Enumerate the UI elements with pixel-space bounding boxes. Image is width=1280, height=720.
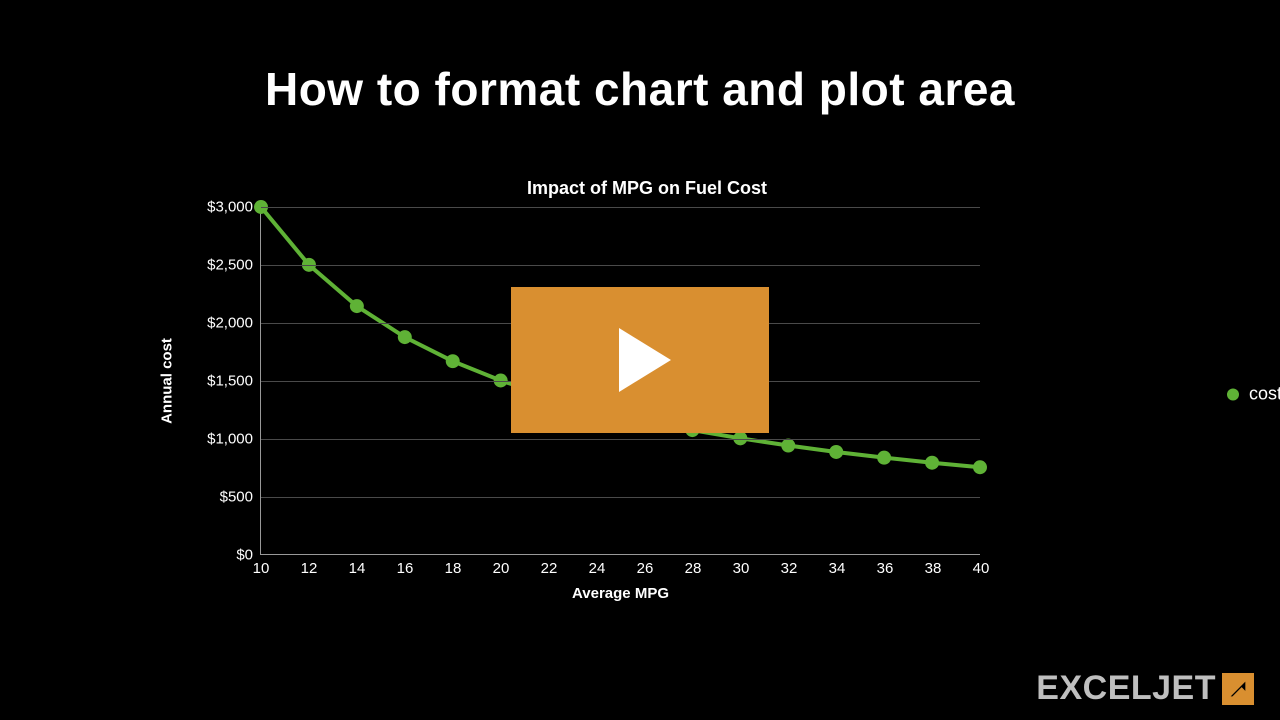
- legend: cost: [1227, 384, 1280, 405]
- brand-text: EXCELJET: [1036, 669, 1216, 708]
- x-tick-label: 30: [733, 554, 750, 577]
- x-tick-label: 16: [397, 554, 414, 577]
- legend-label: cost: [1249, 384, 1280, 405]
- gridline: [261, 439, 980, 440]
- data-point: [350, 299, 364, 313]
- x-tick-label: 20: [493, 554, 510, 577]
- y-tick-label: $2,000: [207, 315, 261, 332]
- y-axis-label: Annual cost: [159, 338, 176, 424]
- y-tick-label: $2,500: [207, 257, 261, 274]
- data-point: [398, 330, 412, 344]
- brand-logo: EXCELJET: [1036, 669, 1254, 708]
- data-point: [446, 354, 460, 368]
- x-tick-label: 14: [349, 554, 366, 577]
- data-point: [781, 439, 795, 453]
- x-tick-label: 32: [781, 554, 798, 577]
- y-tick-label: $3,000: [207, 199, 261, 216]
- x-tick-label: 36: [877, 554, 894, 577]
- y-tick-label: $500: [220, 489, 261, 506]
- x-tick-label: 40: [973, 554, 990, 577]
- play-button[interactable]: [511, 287, 769, 433]
- data-point: [877, 451, 891, 465]
- x-tick-label: 34: [829, 554, 846, 577]
- x-tick-label: 38: [925, 554, 942, 577]
- x-tick-label: 18: [445, 554, 462, 577]
- y-tick-label: $1,500: [207, 373, 261, 390]
- x-tick-label: 28: [685, 554, 702, 577]
- x-tick-label: 10: [253, 554, 270, 577]
- brand-arrow-icon: [1222, 673, 1254, 705]
- gridline: [261, 265, 980, 266]
- play-icon: [619, 328, 671, 392]
- x-tick-label: 26: [637, 554, 654, 577]
- x-tick-label: 22: [541, 554, 558, 577]
- x-tick-label: 12: [301, 554, 318, 577]
- data-point: [829, 445, 843, 459]
- page-root: How to format chart and plot area Impact…: [0, 0, 1280, 720]
- y-tick-label: $1,000: [207, 431, 261, 448]
- page-title: How to format chart and plot area: [0, 62, 1280, 116]
- x-tick-label: 24: [589, 554, 606, 577]
- x-axis-label: Average MPG: [572, 585, 669, 602]
- legend-marker-icon: [1227, 388, 1239, 400]
- gridline: [261, 207, 980, 208]
- data-point: [925, 456, 939, 470]
- data-point: [973, 460, 987, 474]
- gridline: [261, 497, 980, 498]
- chart-title: Impact of MPG on Fuel Cost: [152, 178, 1142, 199]
